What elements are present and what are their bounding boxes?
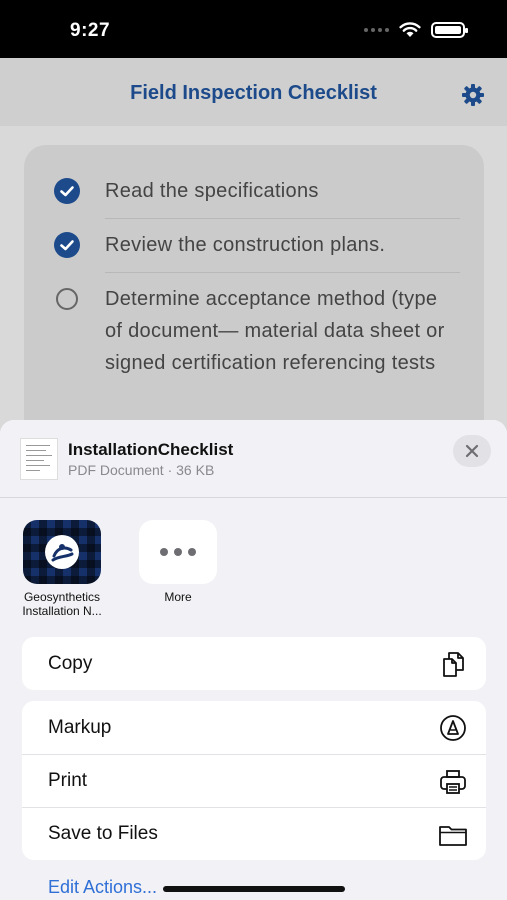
action-group-primary: Copy — [22, 637, 486, 690]
checklist-item-text: Review the construction plans. — [105, 234, 386, 256]
more-icon[interactable] — [139, 520, 217, 584]
unchecked-circle-icon[interactable] — [56, 288, 78, 310]
checklist-item[interactable]: Review the construction plans. — [54, 229, 460, 261]
action-label: Print — [48, 770, 88, 791]
share-app-row: Geosynthetics Installation N... More — [0, 520, 507, 630]
divider — [0, 497, 507, 498]
checklist-item[interactable]: Read the specifications — [54, 175, 460, 207]
close-button[interactable] — [453, 435, 491, 467]
document-thumbnail — [20, 438, 58, 480]
copy-icon — [443, 652, 464, 677]
checklist-item-text: Determine acceptance method (type of doc… — [105, 288, 445, 374]
document-subtitle: PDF Document · 36 KB — [68, 462, 215, 478]
action-group-secondary: Markup Print Save to Files — [22, 701, 486, 860]
app-label: Geosynthetics Installation N... — [22, 590, 102, 618]
nav-bar: Field Inspection Checklist — [0, 58, 507, 126]
markup-icon — [440, 715, 466, 741]
share-app-more[interactable]: More — [128, 520, 228, 604]
battery-icon — [431, 22, 468, 38]
share-app-geosynthetics[interactable]: Geosynthetics Installation N... — [12, 520, 112, 618]
divider — [105, 272, 460, 273]
action-label: Save to Files — [48, 823, 158, 844]
share-sheet: InstallationChecklist PDF Document · 36 … — [0, 420, 507, 900]
printer-icon — [440, 770, 466, 794]
geosynthetics-app-icon[interactable] — [23, 520, 101, 584]
print-action[interactable]: Print — [22, 754, 486, 807]
close-icon — [465, 444, 479, 458]
share-sheet-header: InstallationChecklist PDF Document · 36 … — [0, 420, 507, 497]
checked-circle-icon[interactable] — [54, 232, 80, 258]
wifi-icon — [399, 22, 421, 37]
save-to-files-action[interactable]: Save to Files — [22, 807, 486, 860]
divider — [105, 218, 460, 219]
cellular-signal-icon — [364, 28, 389, 32]
status-time: 9:27 — [70, 20, 111, 41]
status-icons — [364, 22, 468, 38]
status-bar: 9:27 — [0, 0, 507, 58]
document-title: InstallationChecklist — [68, 440, 234, 459]
home-indicator — [163, 886, 345, 892]
app-label: More — [164, 590, 192, 604]
checked-circle-icon[interactable] — [54, 178, 80, 204]
gear-icon[interactable] — [461, 83, 485, 107]
edit-actions-link[interactable]: Edit Actions... — [48, 877, 157, 898]
page-title: Field Inspection Checklist — [130, 82, 377, 104]
action-label: Copy — [48, 652, 93, 674]
action-label: Markup — [48, 716, 112, 738]
checklist-item-text: Read the specifications — [105, 180, 319, 202]
copy-action[interactable]: Copy — [22, 637, 486, 690]
markup-action[interactable]: Markup — [22, 701, 486, 754]
folder-icon — [439, 826, 467, 846]
checklist-card: Read the specifications Review the const… — [24, 145, 484, 465]
